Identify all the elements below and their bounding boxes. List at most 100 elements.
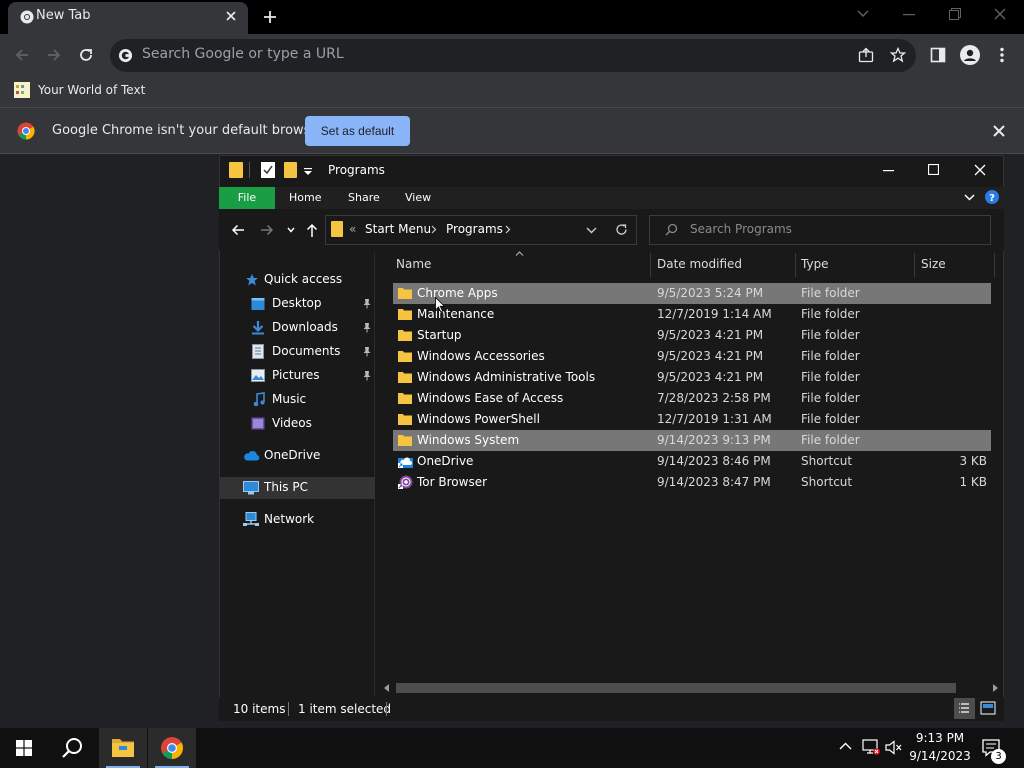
file-row-windows-system[interactable]: Windows System 9/14/2023 9:13 PM File fo… bbox=[393, 430, 991, 451]
taskbar-file-explorer[interactable] bbox=[99, 728, 147, 768]
new-tab-plus-icon[interactable] bbox=[262, 9, 278, 25]
pin-icon bbox=[362, 346, 372, 357]
ribbon-tab-view[interactable]: View bbox=[405, 191, 431, 204]
profile-avatar-icon[interactable] bbox=[960, 45, 980, 65]
restore-icon[interactable] bbox=[949, 8, 961, 20]
taskbar-search-icon[interactable] bbox=[61, 737, 83, 759]
minimize-icon[interactable] bbox=[903, 14, 915, 16]
explorer-forward-icon[interactable] bbox=[260, 223, 274, 237]
explorer-back-icon[interactable] bbox=[231, 223, 245, 237]
onedrive-shortcut-icon bbox=[398, 457, 413, 468]
column-header-size[interactable]: Size bbox=[921, 257, 946, 271]
nav-item-documents[interactable]: Documents bbox=[220, 341, 375, 363]
tab-search-chevron-icon[interactable] bbox=[857, 10, 869, 18]
share-icon[interactable] bbox=[858, 47, 874, 63]
quick-access-toolbar-dropdown-icon[interactable] bbox=[304, 168, 312, 175]
file-date: 9/14/2023 8:46 PM bbox=[657, 454, 771, 468]
file-name: Startup bbox=[417, 328, 462, 342]
nav-item-downloads[interactable]: Downloads bbox=[220, 317, 375, 339]
close-infobar-icon[interactable] bbox=[993, 125, 1005, 137]
back-arrow-icon[interactable] bbox=[14, 47, 30, 63]
column-header-date-modified[interactable]: Date modified bbox=[657, 257, 742, 271]
bookmark-your-world-of-text[interactable]: Your World of Text bbox=[38, 83, 145, 97]
file-row-onedrive[interactable]: OneDrive 9/14/2023 8:46 PM Shortcut 3 KB bbox=[393, 451, 991, 472]
refresh-icon[interactable] bbox=[615, 223, 628, 236]
side-panel-icon[interactable] bbox=[930, 47, 946, 63]
breadcrumb-programs[interactable]: Programs bbox=[446, 222, 503, 236]
column-divider[interactable] bbox=[994, 253, 995, 277]
nav-item-desktop[interactable]: Desktop bbox=[220, 293, 375, 315]
up-arrow-icon[interactable] bbox=[305, 223, 319, 238]
file-name: Windows Accessories bbox=[417, 349, 545, 363]
nav-item-onedrive[interactable]: OneDrive bbox=[220, 445, 375, 467]
ribbon-tab-share[interactable]: Share bbox=[348, 191, 380, 204]
file-row-windows-ease-of-access[interactable]: Windows Ease of Access 7/28/2023 2:58 PM… bbox=[393, 388, 991, 409]
explorer-close-icon[interactable] bbox=[974, 164, 986, 176]
breadcrumb-overflow[interactable]: « bbox=[349, 222, 356, 236]
infobar-message: Google Chrome isn't your default browser bbox=[52, 123, 324, 138]
set-as-default-button[interactable]: Set as default bbox=[305, 116, 410, 146]
folder-icon bbox=[398, 372, 412, 383]
new-folder-icon[interactable] bbox=[284, 162, 297, 178]
network-status-icon[interactable] bbox=[862, 739, 880, 755]
folder-icon bbox=[398, 309, 412, 320]
close-tab-icon[interactable] bbox=[225, 10, 237, 22]
volume-muted-icon[interactable] bbox=[885, 740, 903, 755]
file-type: File folder bbox=[801, 433, 860, 447]
menu-kebab-icon[interactable] bbox=[999, 47, 1005, 63]
column-header-type[interactable]: Type bbox=[801, 257, 829, 271]
help-icon[interactable]: ? bbox=[985, 190, 999, 204]
search-icon bbox=[665, 223, 678, 236]
explorer-minimize-icon[interactable] bbox=[883, 170, 894, 172]
file-type: Shortcut bbox=[801, 454, 853, 468]
file-type: File folder bbox=[801, 307, 860, 321]
pin-icon bbox=[362, 322, 372, 333]
taskbar-chrome[interactable] bbox=[148, 728, 196, 768]
taskbar-clock-date[interactable]: 9/14/2023 bbox=[905, 749, 975, 763]
file-type: Shortcut bbox=[801, 475, 853, 489]
nav-item-network[interactable]: Network bbox=[220, 509, 375, 531]
file-row-tor-browser[interactable]: Tor Browser 9/14/2023 8:47 PM Shortcut 1… bbox=[393, 472, 991, 493]
ribbon-tab-home[interactable]: Home bbox=[289, 191, 321, 204]
properties-icon[interactable] bbox=[261, 162, 275, 178]
show-hidden-icons-chevron-icon[interactable] bbox=[839, 742, 852, 750]
reload-icon[interactable] bbox=[78, 47, 94, 63]
taskbar-clock-time[interactable]: 9:13 PM bbox=[905, 731, 975, 745]
large-icons-view-button[interactable] bbox=[979, 699, 997, 717]
nav-item-this-pc[interactable]: This PC bbox=[220, 477, 375, 499]
scrollbar-thumb[interactable] bbox=[396, 683, 956, 693]
nav-label: Network bbox=[264, 512, 315, 526]
close-window-icon[interactable] bbox=[994, 8, 1006, 20]
expand-ribbon-chevron-icon[interactable] bbox=[964, 194, 975, 201]
bookmark-star-icon[interactable] bbox=[890, 47, 906, 63]
file-name: Windows Administrative Tools bbox=[417, 370, 596, 384]
nav-label: Documents bbox=[272, 344, 341, 358]
file-row-maintenance[interactable]: Maintenance 12/7/2019 1:14 AM File folde… bbox=[393, 304, 991, 325]
column-header-name[interactable]: Name bbox=[396, 257, 431, 271]
nav-item-music[interactable]: Music bbox=[220, 389, 375, 411]
windows-start-icon[interactable] bbox=[16, 740, 32, 756]
nav-item-videos[interactable]: Videos bbox=[220, 413, 375, 435]
breadcrumb-chevron-icon[interactable] bbox=[431, 225, 437, 234]
address-dropdown-icon[interactable] bbox=[586, 227, 597, 234]
nav-item-quick-access[interactable]: Quick access bbox=[220, 269, 375, 291]
details-view-button[interactable] bbox=[954, 698, 975, 719]
scroll-left-arrow-icon[interactable] bbox=[384, 684, 390, 692]
file-row-windows-accessories[interactable]: Windows Accessories 9/5/2023 4:21 PM Fil… bbox=[393, 346, 991, 367]
explorer-maximize-icon[interactable] bbox=[928, 164, 939, 175]
bookmarks-bar bbox=[0, 76, 1024, 108]
ribbon-tab-file[interactable]: File bbox=[219, 187, 275, 209]
nav-item-pictures[interactable]: Pictures bbox=[220, 365, 375, 387]
scroll-right-arrow-icon[interactable] bbox=[992, 684, 998, 692]
column-divider[interactable] bbox=[914, 253, 915, 277]
forward-arrow-icon[interactable] bbox=[46, 47, 62, 63]
file-row-chrome-apps[interactable]: Chrome Apps 9/5/2023 5:24 PM File folder bbox=[393, 283, 991, 304]
column-divider[interactable] bbox=[650, 253, 651, 277]
file-row-windows-administrative-tools[interactable]: Windows Administrative Tools 9/5/2023 4:… bbox=[393, 367, 991, 388]
column-divider[interactable] bbox=[795, 253, 796, 277]
file-row-startup[interactable]: Startup 9/5/2023 4:21 PM File folder bbox=[393, 325, 991, 346]
breadcrumb-chevron-icon[interactable] bbox=[505, 225, 511, 234]
file-row-windows-powershell[interactable]: Windows PowerShell 12/7/2019 1:31 AM Fil… bbox=[393, 409, 991, 430]
recent-locations-chevron-icon[interactable] bbox=[287, 227, 295, 233]
breadcrumb-start-menu[interactable]: Start Menu bbox=[365, 222, 431, 236]
